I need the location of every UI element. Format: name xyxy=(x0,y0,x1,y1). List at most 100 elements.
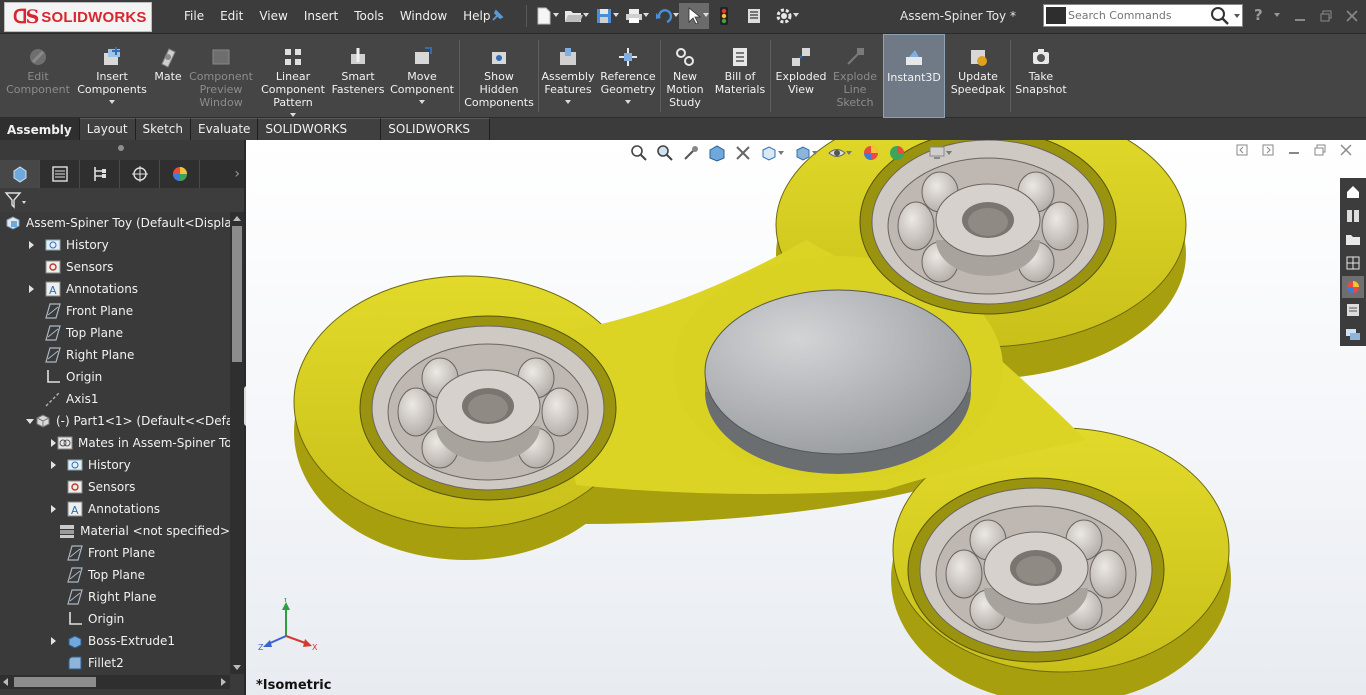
tree-item[interactable]: A Annotations xyxy=(0,498,230,520)
open-button[interactable] xyxy=(559,3,589,29)
smart-fasteners-button[interactable]: Smart Fasteners xyxy=(332,34,384,118)
new-document-button[interactable] xyxy=(529,3,559,29)
tree-item[interactable]: Sensors xyxy=(0,476,230,498)
assembly-features-dropdown-icon[interactable] xyxy=(565,100,571,104)
zoom-to-area-button[interactable] xyxy=(652,140,678,166)
apply-scene-button[interactable] xyxy=(884,140,910,166)
search-commands[interactable] xyxy=(1043,4,1243,27)
tree-item[interactable]: Top Plane xyxy=(0,564,230,586)
tree-item[interactable]: Axis1 xyxy=(0,388,230,410)
search-dropdown-icon[interactable] xyxy=(1234,14,1240,18)
tab-layout[interactable]: Layout xyxy=(79,118,136,140)
reference-geometry-dropdown-icon[interactable] xyxy=(625,100,631,104)
bearing-left[interactable] xyxy=(359,315,617,501)
scroll-left-icon[interactable] xyxy=(3,678,8,686)
menu-edit[interactable]: Edit xyxy=(212,0,251,32)
tab-configuration-manager[interactable] xyxy=(80,160,120,188)
view-settings-button[interactable] xyxy=(924,140,952,166)
print-button[interactable] xyxy=(619,3,649,29)
minimize-window-button[interactable] xyxy=(1290,6,1310,26)
instant3d-button[interactable]: Instant3D xyxy=(883,34,945,118)
tree-item[interactable]: Mates in Assem-Spiner Toy xyxy=(0,432,230,454)
section-view-button[interactable] xyxy=(704,140,730,166)
tab-sketch[interactable]: Sketch xyxy=(135,118,191,140)
hide-show-items-button[interactable] xyxy=(824,140,852,166)
file-properties-button[interactable] xyxy=(739,3,769,29)
tab-evaluate[interactable]: Evaluate xyxy=(190,118,259,140)
task-pane-custom-properties[interactable] xyxy=(1342,300,1364,322)
undo-button[interactable] xyxy=(649,3,679,29)
fidget-spinner-model[interactable] xyxy=(246,140,1366,695)
hide-show-dropdown-icon[interactable] xyxy=(846,151,852,155)
task-pane-appearances[interactable] xyxy=(1342,275,1364,298)
assembly-features-button[interactable]: Assembly Features xyxy=(540,34,596,118)
tree-item[interactable]: Fillet2 xyxy=(0,652,230,674)
dynamic-annotation-button[interactable] xyxy=(730,140,756,166)
show-hidden-components-button[interactable]: Show Hidden Components xyxy=(462,34,536,118)
component-preview-button[interactable]: Component Preview Window xyxy=(188,34,254,118)
tab-property-manager[interactable] xyxy=(40,160,80,188)
insert-components-button[interactable]: Insert Components xyxy=(74,34,150,118)
solidworks-logo[interactable]: ᗡS SOLIDWORKS xyxy=(4,2,152,32)
menu-insert[interactable]: Insert xyxy=(296,0,346,32)
edit-component-button[interactable]: Edit Component xyxy=(4,34,72,118)
expand-arrow-icon[interactable] xyxy=(26,240,36,250)
display-style-dropdown-icon[interactable] xyxy=(812,151,818,155)
tree-horizontal-scrollbar[interactable] xyxy=(0,675,230,689)
linear-pattern-dropdown-icon[interactable] xyxy=(290,113,296,117)
help-dropdown-icon[interactable] xyxy=(1274,13,1280,17)
filter-icon[interactable] xyxy=(4,191,26,209)
scroll-down-icon[interactable] xyxy=(233,665,241,670)
tree-item[interactable]: History xyxy=(0,234,230,256)
expand-arrow-icon[interactable] xyxy=(48,504,58,514)
tree-item[interactable]: Origin xyxy=(0,366,230,388)
tab-mbd[interactable]: SOLIDWORKS MBD xyxy=(381,118,490,157)
expand-arrow-icon[interactable] xyxy=(48,460,58,470)
display-style-button[interactable] xyxy=(790,140,818,166)
panel-grip-icon[interactable] xyxy=(118,145,124,151)
tab-feature-manager[interactable] xyxy=(0,160,40,188)
rebuild-button[interactable] xyxy=(709,3,739,29)
search-input[interactable] xyxy=(1068,7,1208,24)
tree-item[interactable]: (-) Part1<1> (Default<<Default>_D xyxy=(0,410,230,432)
task-pane-forum[interactable] xyxy=(1342,323,1364,345)
expand-arrow-icon[interactable] xyxy=(26,284,36,294)
menu-view[interactable]: View xyxy=(251,0,295,32)
expand-arrow-icon[interactable] xyxy=(48,636,58,646)
take-snapshot-button[interactable]: Take Snapshot xyxy=(1012,34,1070,118)
previous-view-button[interactable] xyxy=(678,140,704,166)
tile-right-icon[interactable] xyxy=(1262,144,1274,156)
help-button[interactable]: ? xyxy=(1254,6,1263,24)
close-window-button[interactable] xyxy=(1342,6,1362,26)
tree-item[interactable]: Boss-Extrude1 xyxy=(0,630,230,652)
move-component-dropdown-icon[interactable] xyxy=(419,100,425,104)
center-cap[interactable] xyxy=(704,289,972,474)
search-scope-icon[interactable] xyxy=(1046,7,1066,24)
options-button[interactable] xyxy=(769,3,799,29)
linear-pattern-button[interactable]: Linear Component Pattern xyxy=(256,34,330,118)
tree-item[interactable]: Front Plane xyxy=(0,300,230,322)
scroll-right-icon[interactable] xyxy=(221,678,226,686)
chevron-right-icon[interactable]: › xyxy=(234,166,240,182)
reference-geometry-button[interactable]: Reference Geometry xyxy=(598,34,658,118)
view-orientation-dropdown-icon[interactable] xyxy=(778,151,784,155)
mate-button[interactable]: Mate xyxy=(150,34,186,118)
pin-icon[interactable] xyxy=(490,9,504,23)
restore-window-button[interactable] xyxy=(1316,6,1336,26)
menu-window[interactable]: Window xyxy=(392,0,455,32)
scroll-thumb[interactable] xyxy=(14,677,96,687)
select-button[interactable] xyxy=(679,3,709,29)
exploded-view-button[interactable]: Exploded View xyxy=(774,34,828,118)
tree-item[interactable]: Right Plane xyxy=(0,344,230,366)
menu-tools[interactable]: Tools xyxy=(346,0,392,32)
tree-item[interactable]: Front Plane xyxy=(0,542,230,564)
minimize-icon[interactable] xyxy=(1288,144,1300,156)
tree-item[interactable]: Assem-Spiner Toy (Default<Display St xyxy=(0,212,230,234)
zoom-to-fit-button[interactable] xyxy=(626,140,652,166)
explode-line-sketch-button[interactable]: Explode Line Sketch xyxy=(830,34,880,118)
save-button[interactable] xyxy=(589,3,619,29)
task-pane-view-palette[interactable] xyxy=(1342,252,1364,274)
tab-add-ins[interactable]: SOLIDWORKS Add-Ins xyxy=(258,118,382,157)
bearing-top[interactable] xyxy=(859,140,1117,315)
task-pane-design-library[interactable] xyxy=(1342,205,1364,227)
